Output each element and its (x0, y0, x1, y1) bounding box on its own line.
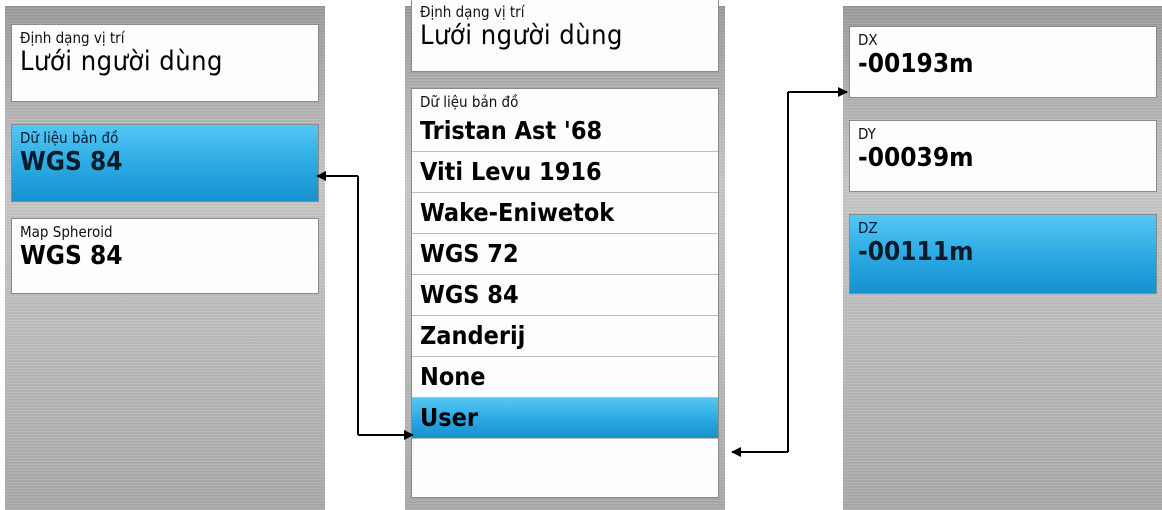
connector-arrows (316, 87, 848, 457)
